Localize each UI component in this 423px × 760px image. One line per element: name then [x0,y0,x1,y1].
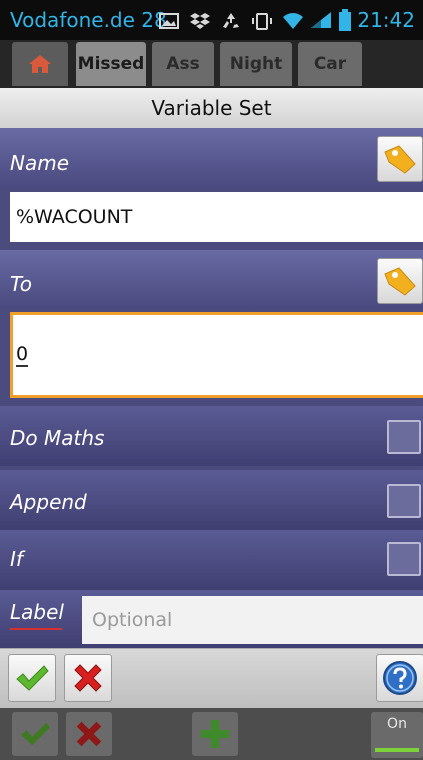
cancel-button[interactable] [64,654,112,702]
name-label: Name [10,151,70,175]
add-action-button[interactable] [192,712,238,756]
to-input[interactable]: 0 [10,312,423,398]
bg-accept-button[interactable] [12,712,58,756]
variable-set-dialog: Variable Set Name %WACOUNT To 0 Do Maths… [0,88,423,708]
task-label-input[interactable]: Optional [82,596,423,644]
home-icon [29,55,51,73]
help-icon [383,661,417,695]
to-value: 0 [16,343,29,367]
clock: 21:42 [357,8,415,32]
project-tab-bar: Missed Ass Night Car [0,40,423,88]
dialog-title: Variable Set [0,88,423,128]
to-variable-picker-button[interactable] [377,258,423,304]
task-enabled-toggle[interactable]: On [371,712,423,758]
name-input[interactable]: %WACOUNT [10,192,423,242]
label-underline [10,628,62,630]
dropbox-icon [190,13,210,29]
to-label: To [10,272,32,296]
notification-icons [158,10,304,32]
to-header [0,250,423,308]
if-label: If [10,547,23,571]
task-edit-bottom-bar: On [0,708,423,760]
tab-night[interactable]: Night [220,42,292,86]
checkmark-icon [16,665,49,691]
tab-missed[interactable]: Missed [76,42,146,86]
signal-icon [311,12,332,28]
vibrate-icon [252,13,272,30]
battery-icon [339,9,352,31]
bg-cancel-button[interactable] [66,712,112,756]
task-label-label: Label [10,600,64,624]
checkmark-icon [21,722,50,746]
tab-home[interactable] [12,42,68,86]
wifi-icon [283,13,303,29]
close-x-icon [74,664,102,692]
help-button[interactable] [376,654,423,702]
append-label: Append [10,490,87,514]
image-icon [159,13,179,29]
tag-icon [384,145,416,174]
name-variable-picker-button[interactable] [377,136,423,182]
do-maths-label: Do Maths [10,426,105,450]
accept-button[interactable] [8,654,56,702]
plus-icon [201,720,229,748]
carrier-name: Vodafone.de 28 [10,8,167,32]
tab-car[interactable]: Car [298,42,362,86]
tab-ass[interactable]: Ass [152,42,214,86]
toggle-indicator [375,748,419,752]
dialog-button-bar [0,648,423,708]
status-bar: Vodafone.de 28 21:42 [0,0,423,40]
task-label-placeholder: Optional [92,609,173,631]
append-checkbox[interactable] [387,484,421,518]
tag-icon [384,267,416,296]
recycle-icon [223,13,239,28]
toggle-label: On [387,716,407,732]
close-x-icon [76,721,102,747]
status-right: 21:42 [309,8,415,32]
if-row [0,530,423,590]
if-checkbox[interactable] [387,542,421,576]
do-maths-checkbox[interactable] [387,420,421,454]
